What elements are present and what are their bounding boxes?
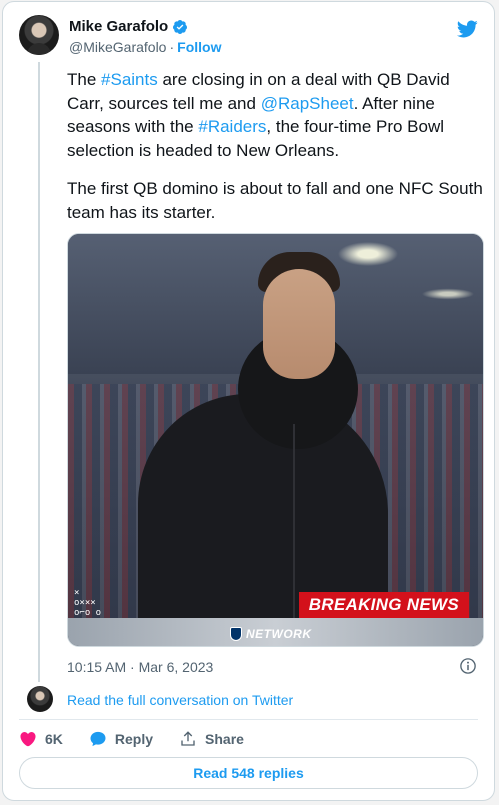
separator-dot: · bbox=[169, 39, 175, 55]
nfl-shield-icon bbox=[230, 627, 242, 641]
read-replies-button[interactable]: Read 548 replies bbox=[19, 757, 478, 789]
twitter-bird-icon[interactable] bbox=[456, 18, 478, 40]
author-handle-row: @MikeGarafolo · Follow bbox=[69, 39, 221, 55]
jacket-zipper bbox=[293, 424, 295, 644]
share-button[interactable]: Share bbox=[179, 730, 244, 748]
breaking-news-banner: BREAKING NEWS bbox=[298, 592, 469, 618]
author-name[interactable]: Mike Garafolo bbox=[69, 18, 168, 35]
like-button[interactable]: 6K bbox=[19, 730, 63, 748]
author-avatar[interactable] bbox=[19, 15, 59, 55]
play-line: o××× bbox=[74, 598, 96, 608]
mention-rapsheet[interactable]: @RapSheet bbox=[261, 94, 354, 113]
tweet-card: Mike Garafolo @MikeGarafolo · Follow The… bbox=[2, 1, 495, 801]
tweet-paragraph-2: The first QB domino is about to fall and… bbox=[67, 179, 483, 222]
share-upload-icon bbox=[181, 731, 195, 746]
heart-icon bbox=[20, 732, 36, 747]
play-line: o⌐o o bbox=[74, 608, 102, 618]
tweet-media-image[interactable]: × o××× o⌐o o BREAKING NEWS NETWORK bbox=[67, 233, 484, 647]
divider bbox=[19, 719, 478, 720]
player-face bbox=[263, 269, 335, 379]
action-bar: 6K Reply Share bbox=[19, 729, 270, 749]
reply-label: Reply bbox=[114, 731, 154, 747]
info-icon[interactable] bbox=[459, 657, 477, 675]
verified-badge-icon bbox=[173, 19, 188, 34]
author-handle[interactable]: @MikeGarafolo bbox=[69, 39, 166, 55]
reply-button[interactable]: Reply bbox=[89, 730, 153, 748]
hashtag-saints[interactable]: #Saints bbox=[101, 70, 158, 89]
follow-link[interactable]: Follow bbox=[177, 39, 221, 55]
tweet-text: The #Saints are closing in on a deal wit… bbox=[67, 68, 483, 239]
tweet-paragraph-1: The #Saints are closing in on a deal wit… bbox=[67, 68, 483, 162]
speech-bubble-icon bbox=[90, 731, 106, 747]
play-line: × bbox=[74, 588, 80, 598]
read-conversation-link[interactable]: Read the full conversation on Twitter bbox=[67, 692, 293, 708]
like-count: 6K bbox=[45, 731, 63, 747]
play-diagram-graphic: × o××× o⌐o o bbox=[74, 588, 101, 618]
conversation-avatar[interactable] bbox=[27, 686, 53, 712]
nfl-network-logo: NETWORK bbox=[230, 627, 312, 641]
network-label: NETWORK bbox=[246, 627, 312, 641]
share-label: Share bbox=[205, 731, 244, 747]
thread-line bbox=[38, 62, 40, 682]
text-segment: The bbox=[67, 70, 102, 89]
tweet-timestamp[interactable]: 10:15 AM · Mar 6, 2023 bbox=[67, 659, 213, 675]
author-name-row: Mike Garafolo bbox=[69, 18, 188, 35]
hashtag-raiders[interactable]: #Raiders bbox=[198, 117, 266, 136]
